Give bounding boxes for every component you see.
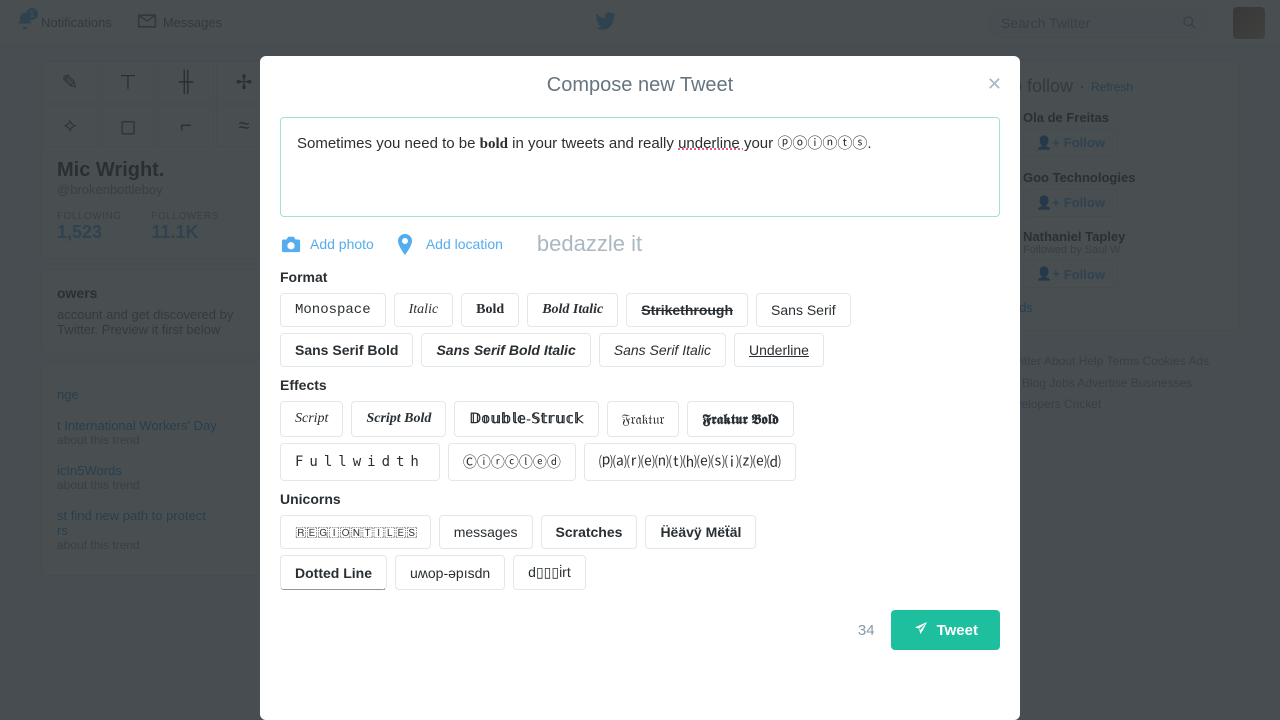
format-bold-button[interactable]: Bold <box>461 293 519 327</box>
effect-fullwidth-button[interactable]: Fullwidth <box>280 443 440 481</box>
format-monospace-button[interactable]: Monospace <box>280 293 386 327</box>
modal-title: Compose new Tweet <box>260 74 1020 97</box>
format-strikethrough-button[interactable]: Strikethrough <box>626 293 748 327</box>
effects-section-label: Effects <box>280 377 1000 393</box>
add-location-button[interactable]: Add location <box>396 234 503 254</box>
compose-textarea[interactable]: Sometimes you need to be bold in your tw… <box>280 117 1000 217</box>
format-sansbold-button[interactable]: Sans Serif Bold <box>280 333 413 367</box>
unicorn-messages-button[interactable]: m͏e͏s͏s͏a͏g͏e͏s͏ <box>439 515 533 549</box>
quill-icon <box>913 620 929 640</box>
format-italic-button[interactable]: Italic <box>394 293 454 327</box>
format-bolditalic-button[interactable]: Bold Italic <box>527 293 618 327</box>
char-count: 34 <box>858 622 875 639</box>
bedazzle-label: bedazzle it <box>537 231 642 257</box>
compose-modal: Compose new Tweet ✕ Sometimes you need t… <box>260 56 1020 720</box>
camera-icon <box>280 234 302 254</box>
modal-overlay: Compose new Tweet ✕ Sometimes you need t… <box>0 0 1280 720</box>
unicorn-dirt-button[interactable]: d▯▯▯i̇r͏t <box>513 555 586 590</box>
format-underline-button[interactable]: Underline <box>734 333 824 367</box>
add-photo-button[interactable]: Add photo <box>280 234 374 254</box>
unicorn-scratches-button[interactable]: Scratches <box>541 515 638 549</box>
format-sansbolditalic-button[interactable]: Sans Serif Bold Italic <box>421 333 590 367</box>
effect-fraktur-button[interactable]: 𝔉𝔯𝔞𝔨𝔱𝔲𝔯 <box>607 401 680 437</box>
effect-scriptbold-button[interactable]: Script Bold <box>351 401 446 437</box>
unicorns-section-label: Unicorns <box>280 491 1000 507</box>
format-section-label: Format <box>280 269 1000 285</box>
close-icon[interactable]: ✕ <box>987 74 1002 95</box>
tweet-button[interactable]: Tweet <box>891 610 1000 650</box>
format-sansserif-button[interactable]: Sans Serif <box>756 293 851 327</box>
effect-parenthesized-button[interactable]: ⒫⒜⒭⒠⒩⒯⒣⒠⒮⒤⒵⒠⒟ <box>584 443 796 481</box>
unicorn-regiontiles-button[interactable]: 🇷 🇪 🇬 🇮 🇴 🇳 🇹 🇮 🇱 🇪 🇸 <box>280 515 431 549</box>
effect-script-button[interactable]: Script <box>280 401 343 437</box>
effect-frakturbold-button[interactable]: 𝕱𝖗𝖆𝖐𝖙𝖚𝖗 𝕭𝖔𝖑𝖉 <box>687 401 793 437</box>
unicorn-dottedline-button[interactable]: Dotted Line <box>280 555 387 590</box>
unicorn-heavymetal-button[interactable]: Ḧëävÿ Mëẗäl <box>645 515 756 549</box>
effect-circled-button[interactable]: Ⓒⓘⓡⓒⓛⓔⓓ <box>448 443 576 481</box>
effect-doublestruck-button[interactable]: 𝔻𝕠𝕦𝕓𝕝𝕖-𝕊𝕥𝕣𝕦𝕔𝕜 <box>454 401 598 437</box>
location-pin-icon <box>396 234 418 254</box>
format-sansitalic-button[interactable]: Sans Serif Italic <box>599 333 726 367</box>
unicorn-upsidedown-button[interactable]: uʍop-ǝpısdn <box>395 555 505 590</box>
